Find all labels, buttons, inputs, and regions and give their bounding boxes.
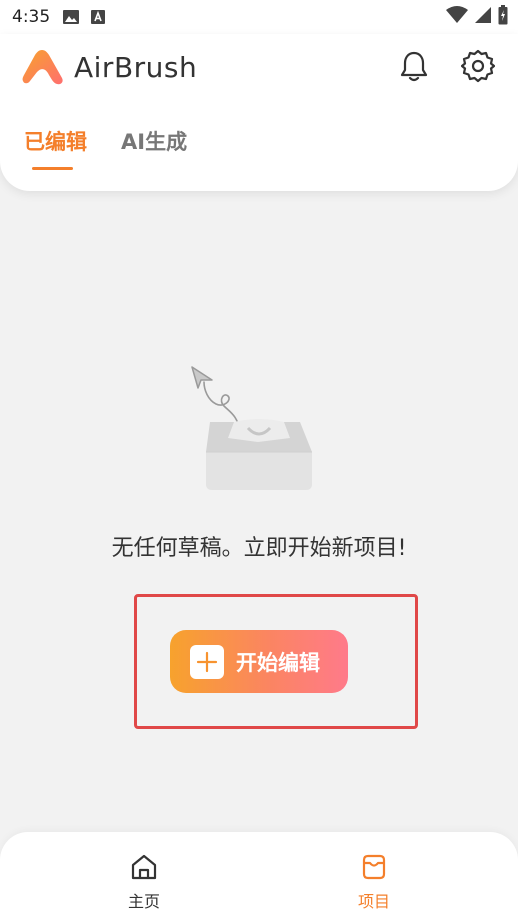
wifi-icon	[446, 5, 468, 29]
plus-icon	[190, 644, 224, 679]
projects-box-icon	[362, 854, 386, 880]
active-tab-indicator	[32, 167, 73, 170]
start-editing-button[interactable]: 开始编辑	[170, 630, 348, 693]
empty-box-illustration	[191, 366, 312, 490]
tab-edited-label: 已编辑	[24, 130, 87, 154]
tab-ai-generated-label: AI生成	[121, 130, 188, 154]
home-icon	[131, 854, 157, 880]
nav-projects-label: 项目	[357, 892, 390, 911]
nav-item-projects[interactable]: 项目	[334, 852, 414, 912]
nav-item-home[interactable]: 主页	[104, 852, 184, 912]
app-header: AirBrush 已编辑 AI生成	[0, 34, 518, 191]
nav-home-label: 主页	[127, 892, 160, 911]
status-right-icons	[446, 4, 508, 30]
airbrush-logo-icon	[22, 50, 63, 85]
status-time: 4:35	[12, 7, 51, 27]
a-notification-icon	[90, 9, 106, 25]
bell-icon	[400, 51, 428, 82]
settings-button[interactable]	[460, 48, 496, 84]
app-title: AirBrush	[74, 50, 198, 84]
signal-icon	[474, 6, 492, 29]
tab-ai-generated[interactable]: AI生成	[121, 126, 187, 170]
bottom-nav: 主页 项目	[0, 832, 518, 922]
brand: AirBrush	[22, 48, 197, 86]
status-bar: 4:35	[0, 0, 518, 34]
tab-bar: 已编辑 AI生成	[24, 126, 187, 170]
battery-charging-icon	[498, 4, 508, 30]
image-icon	[62, 9, 80, 25]
notifications-button[interactable]	[396, 48, 432, 84]
gear-icon	[461, 49, 495, 83]
empty-state-message: 无任何草稿。立即开始新项目!	[111, 536, 407, 561]
start-editing-label: 开始编辑	[236, 650, 320, 675]
tab-edited[interactable]: 已编辑	[24, 126, 87, 170]
